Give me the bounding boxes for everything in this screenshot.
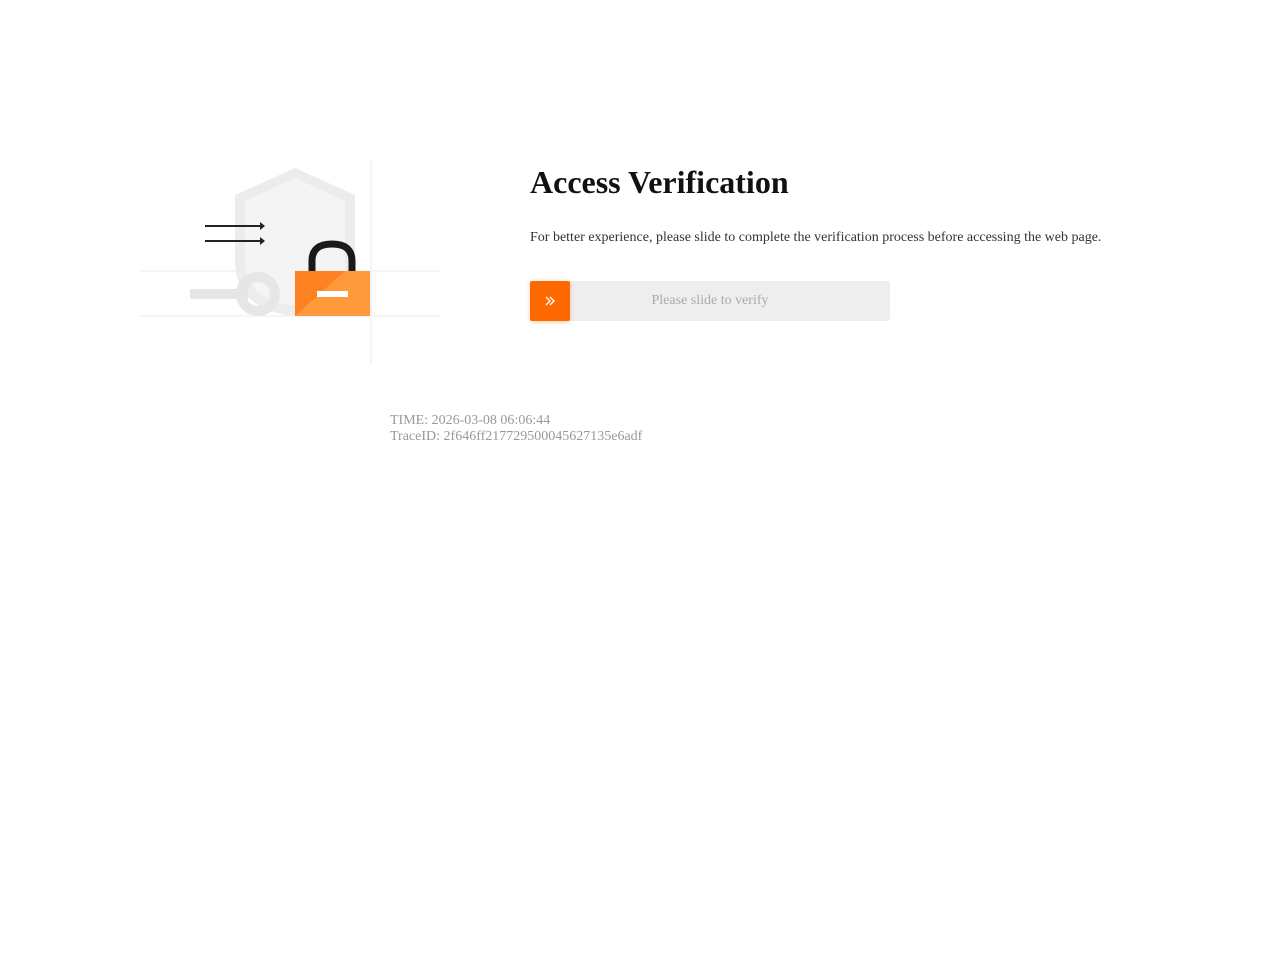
timestamp-text: TIME: 2026-03-08 06:06:44 xyxy=(390,413,551,428)
trace-id-text: TraceID: 2f646ff21772950004562713​5e6adf xyxy=(390,429,643,444)
slide-verify-placeholder: Please slide to verify xyxy=(651,293,769,308)
slide-verify-handle[interactable] xyxy=(530,281,570,321)
page-description: For better experience, please slide to c… xyxy=(530,230,1102,245)
security-illustration xyxy=(140,160,440,365)
page-title: Access Verification xyxy=(530,164,789,200)
trace-info: TIME: 2026-03-08 06:06:44 TraceID: 2f646… xyxy=(390,413,642,445)
shield-lock-illustration xyxy=(140,160,440,365)
verification-page: Access Verification For better experienc… xyxy=(0,0,1280,960)
double-chevron-right-icon xyxy=(545,296,555,306)
slide-verify-track[interactable]: Please slide to verify xyxy=(530,281,890,321)
verification-content: Access Verification For better experienc… xyxy=(530,162,1230,321)
